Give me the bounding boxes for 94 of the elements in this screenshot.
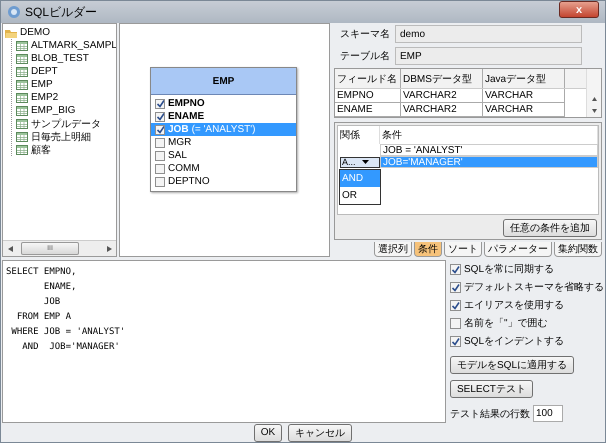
table-cell: VARCHAR: [483, 89, 565, 103]
dropdown-option[interactable]: OR: [340, 187, 380, 204]
apply-model-button[interactable]: モデルをSQLに適用する: [450, 356, 574, 374]
table-icon: [16, 80, 28, 90]
tree-item[interactable]: EMP_BIG: [31, 105, 76, 116]
tab[interactable]: 集約関数: [554, 242, 602, 257]
field-name: ENAME: [168, 111, 204, 122]
checkbox[interactable]: [155, 176, 165, 186]
field-label: テーブル名: [339, 50, 391, 63]
code-line: WHERE JOB = 'ANALYST': [10, 326, 126, 339]
field-row[interactable]: COMM: [151, 162, 296, 175]
checkbox[interactable]: [450, 318, 461, 328]
code-line: FROM EMP A: [16, 311, 72, 324]
table-cell: VARCHAR: [483, 103, 565, 117]
ok-button[interactable]: OK: [254, 424, 282, 442]
tab[interactable]: ソート: [444, 242, 482, 257]
tree-item[interactable]: DEMO: [20, 27, 50, 38]
option-label: デフォルトスキーマを省略する: [464, 280, 604, 294]
code-line: SELECT EMPNO,: [6, 266, 76, 279]
option-label: SQLを常に同期する: [464, 262, 554, 276]
option-label: エイリアスを使用する: [464, 299, 564, 312]
table-icon: [16, 118, 28, 128]
field-row[interactable]: ENAME: [151, 110, 296, 123]
tree-item[interactable]: サンプルデータ: [31, 116, 101, 130]
checkbox[interactable]: [155, 98, 165, 108]
field-condition: (= 'ANALYST'): [192, 124, 256, 135]
column-header[interactable]: フィールド名: [335, 69, 401, 88]
table-icon: [16, 132, 28, 142]
tree-item[interactable]: DEPT: [31, 66, 58, 77]
field-name: EMPNO: [168, 98, 205, 109]
table-icon: [16, 144, 28, 154]
condition-cell[interactable]: JOB = 'ANALYST': [380, 144, 598, 156]
column-header[interactable]: DBMSデータ型: [401, 69, 483, 88]
table-cell: VARCHAR2: [401, 89, 483, 103]
checkbox[interactable]: [450, 300, 461, 310]
column-header[interactable]: 関係: [338, 126, 380, 144]
tree-item[interactable]: EMP2: [31, 92, 58, 103]
add-condition-button[interactable]: 任意の条件を追加: [503, 219, 597, 237]
tab[interactable]: パラメーター: [484, 242, 552, 257]
option-label: SQLをインデントする: [464, 335, 564, 348]
tree-item[interactable]: BLOB_TEST: [31, 53, 89, 64]
app-icon: [7, 5, 21, 19]
tree-item[interactable]: 日毎売上明細: [31, 130, 91, 144]
field-name: MGR: [168, 137, 192, 148]
sql-editor[interactable]: SELECT EMPNO, ENAME, JOB FROM EMP A WHERE JOB = 'ANALYST' AND JOB='MANAGER': [2, 260, 446, 423]
tab[interactable]: 条件: [414, 242, 442, 257]
folder-icon: [5, 28, 17, 38]
table-cell: EMPNO: [335, 89, 401, 103]
field-name: SAL: [168, 150, 187, 161]
option-label: 名前を「"」で囲む: [464, 316, 548, 330]
field-row[interactable]: SAL: [151, 149, 296, 162]
column-header[interactable]: 条件: [380, 126, 598, 144]
field-label: テスト結果の行数: [450, 408, 530, 420]
arrow-icon: [8, 246, 12, 252]
table-icon: [16, 66, 28, 76]
table-cell: VARCHAR2: [401, 103, 483, 117]
field-row[interactable]: MGR: [151, 136, 296, 149]
code-line: ENAME,: [42, 281, 76, 294]
field-name: JOB: [168, 124, 189, 135]
checkbox[interactable]: [450, 336, 461, 346]
table-icon: [16, 54, 28, 64]
checkbox[interactable]: [155, 138, 165, 148]
checkbox[interactable]: [155, 150, 165, 160]
checkbox[interactable]: [450, 264, 461, 274]
entity-card[interactable]: EMP EMPNO ENAME JOB (= 'ANALYST') MGR SAL COMM DEPTNO: [150, 67, 297, 192]
tree-item[interactable]: EMP: [31, 79, 53, 90]
table-name-field[interactable]: EMP: [395, 47, 582, 65]
column-header[interactable]: Javaデータ型: [483, 69, 565, 88]
checkbox[interactable]: [155, 112, 165, 122]
code-line: JOB: [42, 296, 60, 309]
field-row[interactable]: DEPTNO: [151, 175, 296, 188]
table-icon: [16, 40, 28, 50]
cancel-button[interactable]: キャンセル: [288, 424, 352, 442]
row-count-field[interactable]: 100: [533, 405, 563, 422]
arrow-icon: [106, 246, 112, 252]
field-name: DEPTNO: [168, 176, 210, 187]
table-cell: ENAME: [335, 103, 401, 117]
field-row[interactable]: EMPNO: [151, 97, 296, 110]
field-name: COMM: [168, 163, 200, 174]
checkbox[interactable]: [155, 124, 165, 134]
table-icon: [16, 92, 28, 102]
select-test-button[interactable]: SELECTテスト: [450, 380, 533, 398]
tab[interactable]: 選択列: [374, 242, 412, 257]
caret-icon: [362, 160, 369, 164]
checkbox[interactable]: [450, 282, 461, 292]
checkbox[interactable]: [155, 164, 165, 174]
table-icon: [16, 106, 28, 116]
schema-field[interactable]: demo: [395, 25, 582, 43]
code-line: AND JOB='MANAGER': [21, 341, 120, 354]
window-title: SQLビルダー: [25, 4, 98, 20]
tree-item[interactable]: 顧客: [31, 142, 51, 156]
entity-title: EMP: [151, 68, 296, 95]
field-label: スキーマ名: [339, 28, 391, 41]
relation-dropdown[interactable]: A...: [340, 156, 380, 168]
